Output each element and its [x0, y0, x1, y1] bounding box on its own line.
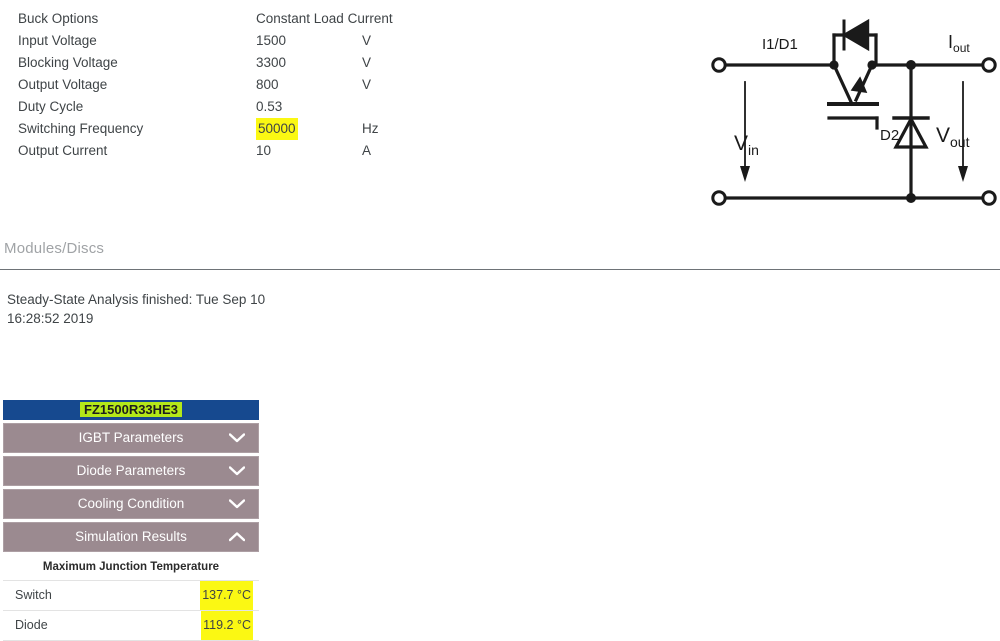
accordion-label: Diode Parameters: [76, 463, 186, 478]
result-value-switch: 137.7 °C: [200, 581, 253, 610]
table-row: Buck Options Constant Load Current: [18, 8, 438, 30]
param-label: Switching Frequency: [18, 121, 144, 136]
param-unit: Hz: [362, 121, 379, 136]
param-label: Blocking Voltage: [18, 55, 118, 70]
buck-converter-circuit-diagram: I1/D1 D2 Iout Vin Vout: [700, 0, 1000, 225]
table-row: Input Voltage 1500 V: [18, 30, 438, 52]
param-unit: V: [362, 55, 372, 70]
table-row: Switching Frequency 50000 Hz: [18, 118, 438, 140]
result-label: Switch: [15, 588, 52, 602]
accordion-igbt-parameters[interactable]: IGBT Parameters: [3, 423, 259, 453]
igbt-antiparallel-diode-triangle: [841, 18, 870, 52]
status-message: Steady-State Analysis finished: Tue Sep …: [7, 292, 266, 326]
terminal-input-negative: [711, 190, 727, 206]
chevron-down-icon[interactable]: [229, 456, 245, 486]
table-row: Diode 119.2 °C: [3, 611, 259, 641]
param-value: 10: [256, 143, 272, 158]
terminal-output-negative: [981, 190, 997, 206]
buck-parameters-table: Buck Options Constant Load Current Input…: [18, 8, 438, 162]
accordion-diode-parameters[interactable]: Diode Parameters: [3, 456, 259, 486]
table-row: Output Voltage 800 V: [18, 74, 438, 96]
chevron-down-icon[interactable]: [229, 423, 245, 453]
label-input-voltage: Vin: [734, 132, 759, 158]
result-label: Diode: [15, 618, 48, 632]
terminal-input-positive: [711, 57, 727, 73]
label-output-current: Iout: [948, 32, 970, 55]
module-results-panel: FZ1500R33HE3 IGBT Parameters Diode Param…: [3, 400, 259, 641]
accordion-simulation-results[interactable]: Simulation Results: [3, 522, 259, 552]
param-label: Input Voltage: [18, 33, 97, 48]
junction-dot-collector: [829, 60, 839, 70]
label-switch: I1/D1: [762, 36, 798, 53]
param-label: Output Current: [18, 143, 108, 158]
param-label: Buck Options: [18, 11, 99, 26]
section-heading-modules-discs: Modules/Discs: [4, 240, 105, 257]
table-row: Duty Cycle 0.53: [18, 96, 438, 118]
accordion-label: Simulation Results: [75, 529, 187, 544]
table-row: Switch 137.7 °C: [3, 581, 259, 611]
param-label: Output Voltage: [18, 77, 108, 92]
junction-dot-output-top: [906, 60, 916, 70]
param-value: 0.53: [256, 99, 283, 114]
accordion-cooling-condition[interactable]: Cooling Condition: [3, 489, 259, 519]
module-title-bar: FZ1500R33HE3: [3, 400, 259, 420]
accordion-label: Cooling Condition: [77, 496, 185, 511]
param-unit: A: [362, 143, 372, 158]
param-unit: V: [362, 77, 372, 92]
param-value: Constant Load Current: [256, 11, 393, 26]
result-value-diode: 119.2 °C: [201, 611, 253, 640]
results-subheader: Maximum Junction Temperature: [3, 554, 259, 581]
vin-arrow-head: [740, 166, 750, 182]
label-output-voltage: Vout: [936, 124, 970, 150]
param-value: 3300: [256, 55, 287, 70]
terminal-output-positive: [981, 57, 997, 73]
accordion-label: IGBT Parameters: [78, 430, 184, 445]
param-value: 1500: [256, 33, 287, 48]
param-label: Duty Cycle: [18, 99, 84, 114]
section-divider: [0, 269, 1000, 270]
junction-dot-emitter: [867, 60, 877, 70]
table-row: Blocking Voltage 3300 V: [18, 52, 438, 74]
module-name: FZ1500R33HE3: [80, 402, 182, 417]
label-diode-d2: D2: [880, 127, 899, 144]
junction-dot-output-bottom: [906, 193, 916, 203]
table-row: Output Current 10 A: [18, 140, 438, 162]
param-value-highlighted: 50000: [256, 118, 298, 140]
chevron-down-icon[interactable]: [229, 489, 245, 519]
chevron-up-icon[interactable]: [229, 522, 245, 552]
param-value: 800: [256, 77, 279, 92]
igbt-collector-slant: [831, 62, 855, 107]
param-unit: V: [362, 33, 372, 48]
vout-arrow-head: [958, 166, 968, 182]
